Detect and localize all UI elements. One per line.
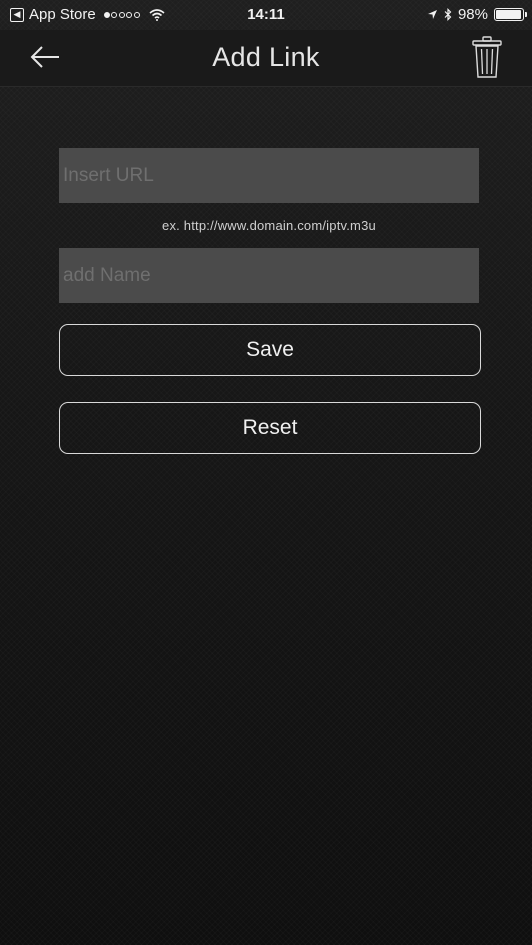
- name-input[interactable]: [59, 248, 479, 303]
- status-bar: ◀ App Store 14:11 98%: [0, 0, 532, 30]
- location-arrow-icon: [427, 10, 437, 19]
- trash-icon[interactable]: [472, 36, 502, 78]
- url-input[interactable]: [59, 148, 479, 203]
- battery-level: [496, 10, 522, 19]
- reset-button[interactable]: Reset: [59, 402, 481, 454]
- status-right: 98%: [427, 6, 527, 23]
- battery-percent: 98%: [457, 6, 488, 23]
- page-title: Add Link: [212, 42, 320, 72]
- save-button[interactable]: Save: [59, 324, 481, 376]
- battery-icon: [494, 8, 527, 21]
- url-hint: ex. http://www.domain.com/iptv.m3u: [162, 218, 376, 233]
- bluetooth-icon: [444, 8, 452, 21]
- nav-bar: Add Link: [0, 30, 532, 87]
